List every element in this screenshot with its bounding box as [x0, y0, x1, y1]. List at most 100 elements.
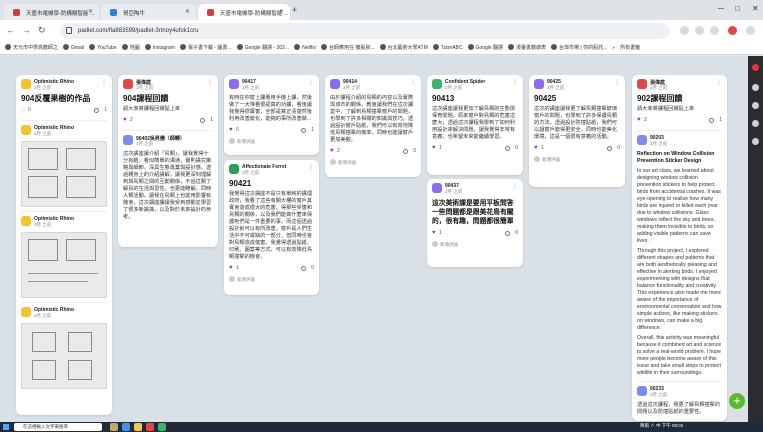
close-window-button[interactable]: ✕: [752, 4, 759, 13]
like-icon[interactable]: ♥: [229, 127, 233, 133]
more-options-icon[interactable]: ⋮: [410, 79, 416, 86]
forward-button[interactable]: →: [22, 25, 31, 35]
bookmark-item[interactable]: Netflix: [294, 44, 316, 51]
minimize-button[interactable]: ─: [718, 4, 724, 13]
taskbar-app-icon[interactable]: [134, 423, 142, 431]
like-icon[interactable]: ♥: [432, 145, 436, 151]
close-tab-icon[interactable]: ✕: [88, 8, 93, 15]
new-tab-button[interactable]: +: [292, 5, 297, 15]
add-comment-button[interactable]: 新增評論: [229, 138, 314, 145]
like-icon[interactable]: ♥: [330, 148, 334, 154]
start-icon[interactable]: [3, 424, 9, 430]
like-icon[interactable]: ♡: [21, 107, 26, 114]
bookmark-item[interactable]: Google 翻譯 - 202...: [236, 44, 289, 51]
browser-tab-active[interactable]: 天盛市電機學-防構擬智能 ... ✕: [198, 4, 290, 20]
like-icon[interactable]: ♥: [637, 117, 641, 123]
like-icon[interactable]: ♥: [229, 265, 233, 271]
add-comment-button[interactable]: 新增評論: [432, 241, 518, 248]
post-title: 902課程回饋: [637, 94, 683, 103]
more-options-icon[interactable]: ⋮: [207, 79, 213, 86]
all-bookmarks-button[interactable]: 所有書籤: [620, 44, 640, 51]
browser-tab[interactable]: 哥亞陶牛 ✕: [101, 4, 196, 20]
post-title: 90425: [534, 94, 557, 103]
comment-icon[interactable]: [607, 146, 612, 151]
browser-tab[interactable]: 天盛市電機學-防構擬智能 ... ✕: [4, 4, 99, 20]
url-field[interactable]: padlet.com/fla883599/padlet-3rtnoy4ufok1…: [60, 23, 670, 39]
bookmark-item[interactable]: Google 翻譯: [467, 44, 503, 51]
comment-icon[interactable]: [301, 266, 306, 271]
worksheet-photo[interactable]: [21, 323, 107, 389]
taskbar-app-icon[interactable]: [146, 423, 154, 431]
bookmark-item[interactable]: 地圖: [121, 44, 140, 51]
comment-icon[interactable]: [301, 128, 306, 133]
bookmark-item[interactable]: 電子書下載 - 圖書...: [179, 44, 232, 51]
bookmark-item[interactable]: 漫畫書籍總表: [508, 44, 546, 51]
post-card[interactable]: Optimistic Rhino 3月 之前 ⋮ 904反覆果樹的作品 ♡ 0 …: [16, 75, 112, 415]
bookmark-label: 台北藝術大學ATM: [387, 45, 428, 51]
comment-icon[interactable]: [505, 146, 510, 151]
bookmark-item[interactable]: 天元市中學高教師之: [5, 44, 58, 51]
extension-icon[interactable]: [680, 26, 689, 35]
post-card[interactable]: 張偉庭 3月 之前 ⋮ 902課程回饋 請大家將課程回饋貼上來 ♥ 2 1 90…: [632, 75, 727, 421]
comment-icon[interactable]: [403, 149, 408, 154]
more-options-icon[interactable]: ⋮: [614, 79, 620, 86]
post-card[interactable]: Affectionate Ferret 3月 之前 ⋮ 90421 我覺得這次講…: [224, 160, 319, 295]
more-options-icon[interactable]: ⋮: [512, 79, 518, 86]
bookmark-item[interactable]: YouTube: [89, 44, 117, 51]
bookmark-favicon-icon: [320, 44, 327, 50]
more-options-icon[interactable]: ⋮: [308, 164, 314, 171]
bookmark-item[interactable]: 台北藝術大學ATM: [379, 44, 428, 51]
more-options-icon[interactable]: ⋮: [308, 79, 314, 86]
worksheet-photo[interactable]: [21, 232, 107, 298]
bookmark-item[interactable]: 台師應用在 撤股資...: [320, 44, 375, 51]
comment-icon[interactable]: [709, 118, 714, 123]
add-comment-button[interactable]: 新增評論: [534, 156, 620, 163]
taskbar-app-icon[interactable]: [110, 423, 118, 431]
add-comment-button[interactable]: 新增評論: [330, 159, 416, 166]
profile-avatar[interactable]: [728, 26, 737, 35]
post-card[interactable]: 90425 3月 之前 ⋮ 90425 這次的講座讓我更了解鳥類撞擊玻璃窗戶的問…: [529, 75, 625, 187]
heart-icon[interactable]: [752, 84, 759, 91]
close-tab-icon[interactable]: ✕: [279, 8, 284, 15]
bookmark-star-icon[interactable]: [695, 26, 704, 35]
profile-icon[interactable]: [752, 64, 759, 71]
download-icon[interactable]: [710, 26, 719, 35]
add-post-button[interactable]: +: [729, 393, 745, 409]
comment-count: 0: [413, 148, 416, 154]
more-options-icon[interactable]: ⋮: [512, 183, 518, 190]
avatar: [229, 164, 239, 174]
like-icon[interactable]: ♥: [123, 117, 127, 123]
like-count: 0: [236, 127, 239, 133]
comment-icon[interactable]: [94, 108, 99, 113]
menu-icon[interactable]: [746, 26, 755, 35]
bookmark-item[interactable]: TutorABC: [432, 44, 463, 51]
settings-icon[interactable]: [752, 120, 759, 127]
bookmark-item[interactable]: Gmail: [63, 44, 84, 51]
bookmarks-overflow-button[interactable]: »: [612, 45, 615, 51]
share-icon[interactable]: [752, 102, 759, 109]
like-icon[interactable]: ♥: [534, 145, 538, 151]
post-card[interactable]: 90417 3月 之前 ⋮ 有時在你窗上課看用手機上課，然後做了一大堆看很認真的…: [224, 75, 319, 155]
taskbar-app-icon[interactable]: [122, 423, 130, 431]
reload-button[interactable]: ↻: [38, 25, 46, 36]
more-options-icon[interactable]: ⋮: [716, 79, 722, 86]
post-card[interactable]: Confident Spider 3月 之前 ⋮ 90413 這次講座讓我更加了…: [427, 75, 523, 175]
add-comment-button[interactable]: 新增評論: [229, 276, 314, 283]
maximize-button[interactable]: □: [735, 4, 740, 13]
close-tab-icon[interactable]: ✕: [185, 8, 190, 15]
comment-icon[interactable]: [200, 118, 205, 123]
more-options-icon[interactable]: ⋮: [101, 79, 107, 86]
back-button[interactable]: ←: [6, 25, 15, 35]
comment-icon[interactable]: [505, 231, 510, 236]
post-card[interactable]: 90437 3月 之前 ⋮ 這次美術課是要用平板問答一些問題都是跟美花鳥有關的，…: [427, 179, 523, 267]
more-icon[interactable]: [752, 138, 759, 145]
worksheet-photo[interactable]: [21, 141, 107, 207]
post-card[interactable]: 90414 3月 之前 ⋮ 由於課程介紹的鳥類的內容以及實際與城市的關係，教會讓…: [325, 75, 421, 177]
taskbar-app-icon[interactable]: [158, 423, 166, 431]
avatar: [21, 79, 31, 89]
bookmark-item[interactable]: Instagram: [144, 44, 175, 51]
like-icon[interactable]: ♥: [432, 230, 436, 236]
post-card[interactable]: 張偉庭 3月 之前 ⋮ 904課程回饋 請大家將課程回饋貼上來 ♥ 2 1 90…: [118, 75, 218, 247]
taskbar-search[interactable]: 在這裡輸入文字來搜尋: [14, 423, 102, 431]
bookmark-item[interactable]: 台灣市場 | 你的股託...: [551, 44, 607, 51]
